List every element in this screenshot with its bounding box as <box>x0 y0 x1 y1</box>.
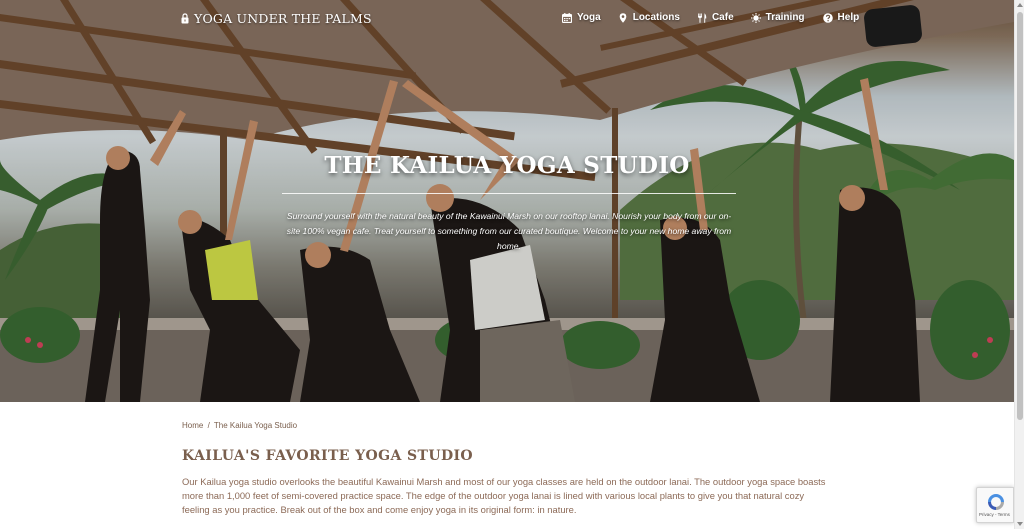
nav-item-help[interactable]: Help <box>822 12 860 23</box>
section-heading: KAILUA'S FAVORITE YOGA STUDIO <box>182 448 474 464</box>
brand-name: YOGA UNDER THE PALMS <box>194 11 372 26</box>
nav-label-help: Help <box>837 12 860 23</box>
brand-logo[interactable]: YOGA UNDER THE PALMS <box>181 11 372 26</box>
nav-item-locations[interactable]: Locations <box>618 12 680 23</box>
calendar-icon <box>562 12 572 23</box>
lock-icon <box>181 13 189 24</box>
scroll-down-arrow-icon[interactable] <box>1017 522 1023 526</box>
nav-label-training: Training <box>765 12 805 23</box>
nav-item-training[interactable]: Training <box>750 12 805 23</box>
recaptcha-icon <box>988 494 1004 510</box>
main-nav: Yoga Locations Cafe Training Help <box>562 12 859 23</box>
map-pin-icon <box>619 12 627 23</box>
hero-title: THE KAILUA YOGA STUDIO <box>324 152 690 179</box>
hero-description: Surround yourself with the natural beaut… <box>286 211 732 251</box>
scroll-up-arrow-icon[interactable] <box>1017 3 1023 7</box>
scrollbar-thumb[interactable] <box>1017 12 1023 420</box>
sun-icon <box>750 12 761 23</box>
breadcrumb-current: The Kailua Yoga Studio <box>213 421 298 430</box>
section-body: Our Kailua yoga studio overlooks the bea… <box>182 476 826 516</box>
utensils-icon <box>697 12 707 23</box>
nav-label-cafe: Cafe <box>711 12 734 23</box>
question-circle-icon <box>822 12 833 23</box>
breadcrumb-home-link[interactable]: Home <box>182 421 203 430</box>
nav-item-yoga[interactable]: Yoga <box>562 12 601 23</box>
hero-photo <box>0 0 1014 402</box>
recaptcha-links[interactable]: Privacy - Terms <box>979 512 1010 517</box>
hero-banner: YOGA UNDER THE PALMS Yoga Locations Cafe… <box>0 0 1014 402</box>
recaptcha-badge[interactable]: Privacy - Terms <box>976 487 1014 523</box>
page-scrollbar[interactable] <box>1014 0 1024 529</box>
breadcrumb: Home / The Kailua Yoga Studio <box>182 421 297 430</box>
nav-label-locations: Locations <box>632 12 680 23</box>
nav-label-yoga: Yoga <box>577 12 601 23</box>
breadcrumb-separator: / <box>207 421 210 430</box>
nav-item-cafe[interactable]: Cafe <box>697 12 734 23</box>
hero-divider <box>282 193 736 194</box>
